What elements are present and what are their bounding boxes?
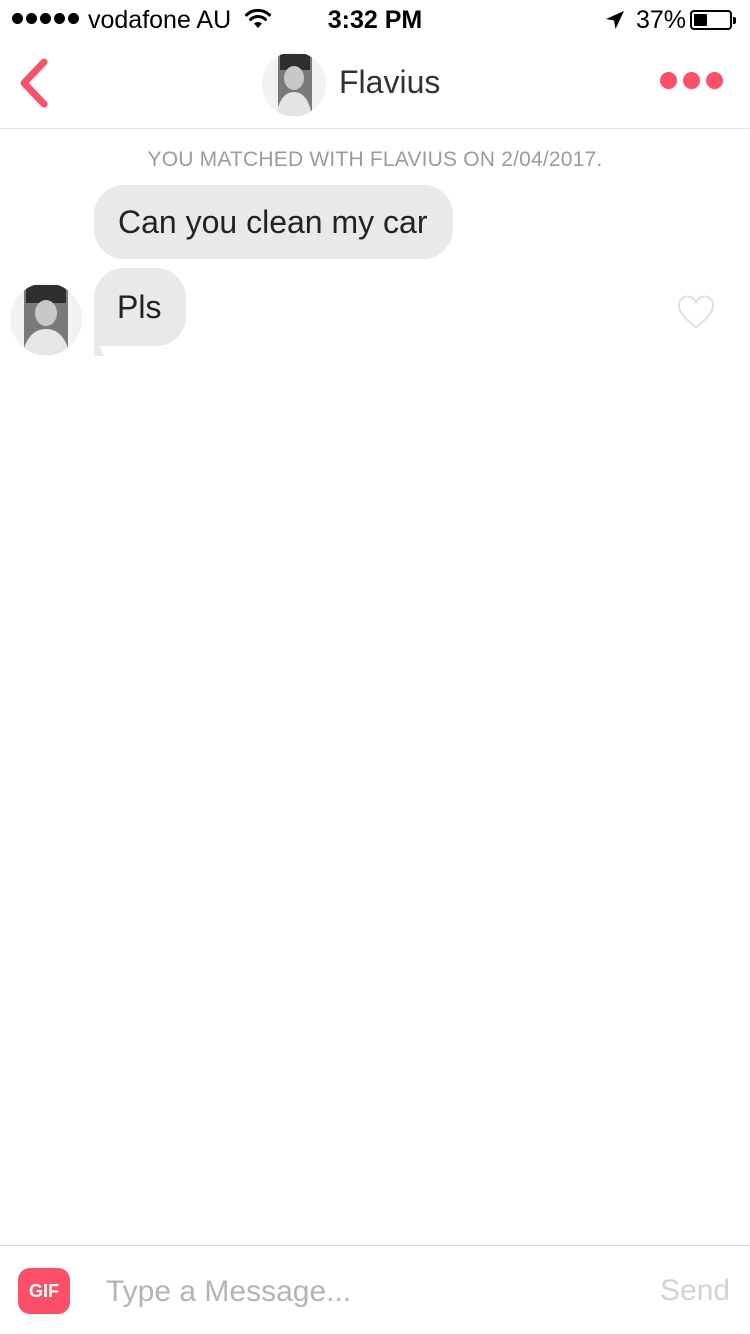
match-notice: YOU MATCHED WITH FLAVIUS ON 2/04/2017.	[147, 148, 603, 171]
sender-avatar[interactable]	[10, 283, 82, 355]
message-input[interactable]	[106, 1270, 626, 1314]
gif-label: GIF	[29, 1280, 59, 1301]
message-text: Can you clean my car	[118, 203, 428, 240]
message-text: Pls	[117, 288, 162, 325]
like-message-button[interactable]	[676, 294, 716, 335]
heart-outline-icon	[677, 295, 715, 329]
battery-percentage: 37%	[636, 6, 687, 34]
battery-icon	[690, 10, 736, 30]
more-dots-icon	[660, 72, 677, 89]
conversation-header: Flavius	[0, 40, 750, 129]
chat-screen: vodafone AU 3:32 PM 37% Flavius YOU MATC…	[0, 0, 750, 1334]
gif-button[interactable]: GIF	[18, 1268, 70, 1314]
chevron-left-icon	[20, 58, 48, 108]
more-options-button[interactable]	[660, 72, 723, 89]
contact-name[interactable]: Flavius	[339, 64, 440, 101]
location-arrow-icon	[604, 9, 626, 38]
message-bubble[interactable]: Can you clean my car	[94, 185, 454, 259]
message-composer: GIF Send	[0, 1245, 750, 1334]
back-button[interactable]	[14, 56, 64, 112]
bubble-tail	[94, 336, 104, 356]
contact-avatar[interactable]	[262, 52, 326, 116]
status-bar: vodafone AU 3:32 PM 37%	[0, 0, 750, 40]
message-bubble[interactable]: Pls	[94, 268, 186, 346]
send-button[interactable]: Send	[660, 1274, 730, 1308]
